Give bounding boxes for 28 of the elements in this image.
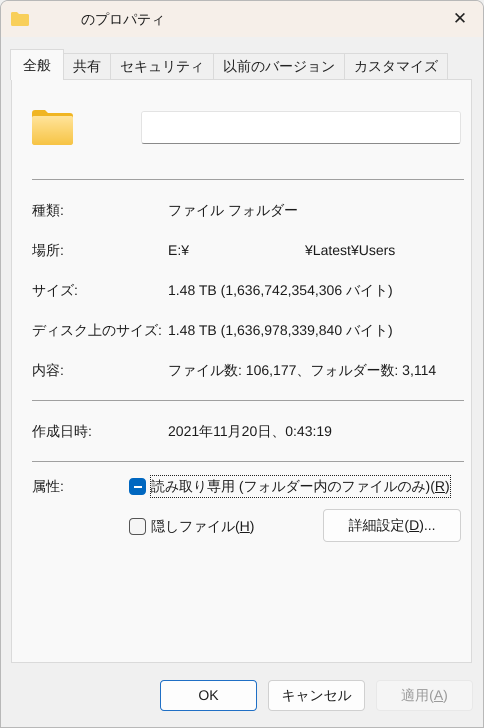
field-value: ¥Latest¥Users — [305, 240, 396, 260]
field-value: ファイル フォルダー — [168, 200, 298, 220]
folder-icon — [32, 110, 73, 144]
window-title: のプロパティ — [81, 10, 165, 28]
field-value: 1.48 TB (1,636,978,339,840 バイト) — [168, 320, 393, 340]
field-label: 属性: — [32, 477, 65, 496]
checkbox-label[interactable]: 読み取り専用 (フォルダー内のファイルのみ)(R) — [151, 476, 450, 497]
field-label: 内容: — [32, 360, 65, 380]
tab[interactable]: 全般 — [10, 49, 64, 80]
field-label: 作成日時: — [32, 422, 93, 440]
field-value: ファイル数: 106,177、フォルダー数: 3,114 — [168, 360, 436, 380]
field-label: 場所: — [32, 240, 65, 260]
field-value: E:¥ — [168, 240, 190, 260]
field-label: ディスク上のサイズ: — [32, 320, 163, 340]
name-field[interactable] — [141, 110, 461, 144]
folder-icon — [11, 12, 29, 26]
field-label: 種類: — [32, 200, 65, 220]
checkbox[interactable] — [129, 478, 146, 495]
close-button[interactable]: ✕ — [437, 1, 483, 37]
field-value: 1.48 TB (1,636,742,354,306 バイト) — [168, 280, 393, 300]
advanced-button[interactable]: 詳細設定(D)... — [323, 509, 461, 542]
field-label: サイズ: — [32, 280, 79, 300]
field-value: 2021年11月20日、0:43:19 — [168, 422, 332, 440]
dialog-button[interactable]: OK — [160, 680, 257, 710]
checkbox[interactable] — [129, 518, 146, 535]
tab[interactable]: カスタマイズ — [344, 53, 448, 79]
checkbox-label[interactable]: 隠しファイル(H) — [151, 516, 254, 537]
dialog-button[interactable]: キャンセル — [268, 680, 365, 710]
